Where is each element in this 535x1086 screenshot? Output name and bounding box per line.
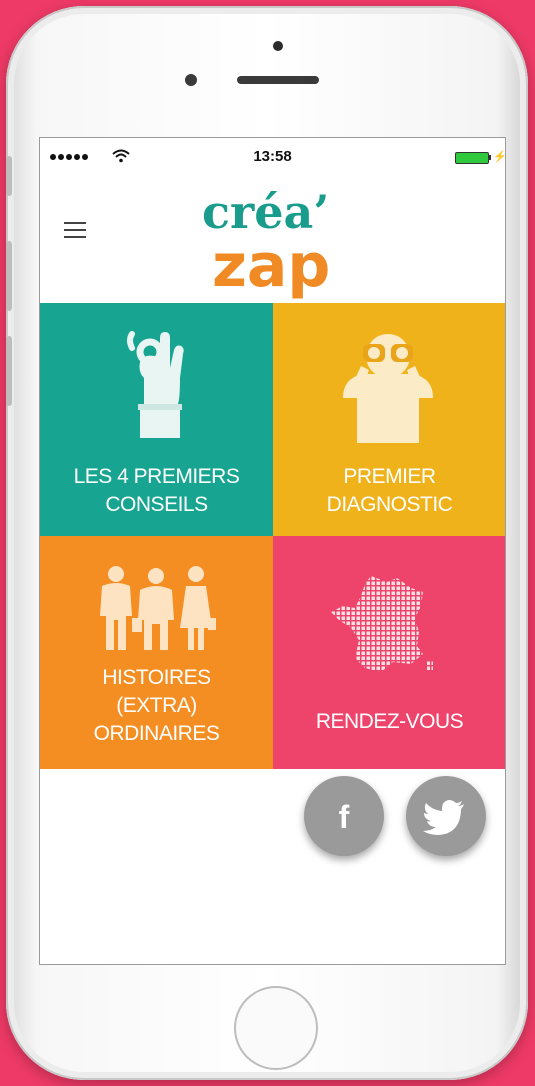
mute-switch <box>6 156 12 196</box>
people-icon <box>100 566 216 650</box>
ok-hand-icon <box>127 331 184 438</box>
background: 13:58 ⚡ créa’ zap LES 4 PREMIERS CONSEIL… <box>0 0 535 1086</box>
facebook-icon: f <box>339 799 350 835</box>
hamburger-menu-icon[interactable] <box>64 222 88 240</box>
twitter-bird-icon <box>423 800 464 835</box>
tile-histoires-extra-ordinaires[interactable]: HISTOIRES (EXTRA) ORDINAIRES <box>40 536 273 769</box>
svg-text:f: f <box>339 799 350 835</box>
tile-label-histoires-line3: ORDINAIRES <box>93 722 220 745</box>
tile-premiers-conseils[interactable]: LES 4 PREMIERS CONSEILS <box>40 303 273 536</box>
tile-label-histoires-line1: HISTOIRES <box>102 666 211 689</box>
tile-label-conseils-line1: LES 4 PREMIERS <box>73 465 240 488</box>
front-camera <box>185 74 197 86</box>
volume-down-button <box>6 336 12 406</box>
france-map-icon <box>331 576 433 672</box>
status-time: 13:58 <box>253 148 292 165</box>
tile-label-diagnostic-line1: PREMIER <box>343 465 436 488</box>
logo-bottom-text: zap <box>212 231 330 301</box>
battery-icon: ⚡ <box>455 151 505 164</box>
app-logo: créa’ zap <box>202 185 330 301</box>
tile-rendez-vous[interactable]: RENDEZ-VOUS <box>273 536 505 769</box>
tile-premier-diagnostic[interactable]: PREMIER DIAGNOSTIC <box>273 303 505 536</box>
tile-label-histoires-line2: (EXTRA) <box>116 694 197 717</box>
proximity-sensor <box>273 41 283 51</box>
app-screen: 13:58 ⚡ créa’ zap LES 4 PREMIERS CONSEIL… <box>39 137 506 965</box>
tile-label-rendez-vous: RENDEZ-VOUS <box>315 710 464 733</box>
binoculars-person-icon <box>343 334 433 443</box>
twitter-button[interactable] <box>406 776 486 856</box>
home-button[interactable] <box>234 986 318 1070</box>
tile-label-conseils-line2: CONSEILS <box>105 493 208 516</box>
earpiece-speaker <box>237 76 319 84</box>
facebook-button[interactable]: f <box>304 776 384 856</box>
tile-label-diagnostic-line2: DIAGNOSTIC <box>326 493 453 516</box>
volume-up-button <box>6 241 12 311</box>
status-bar: 13:58 ⚡ <box>40 138 505 170</box>
